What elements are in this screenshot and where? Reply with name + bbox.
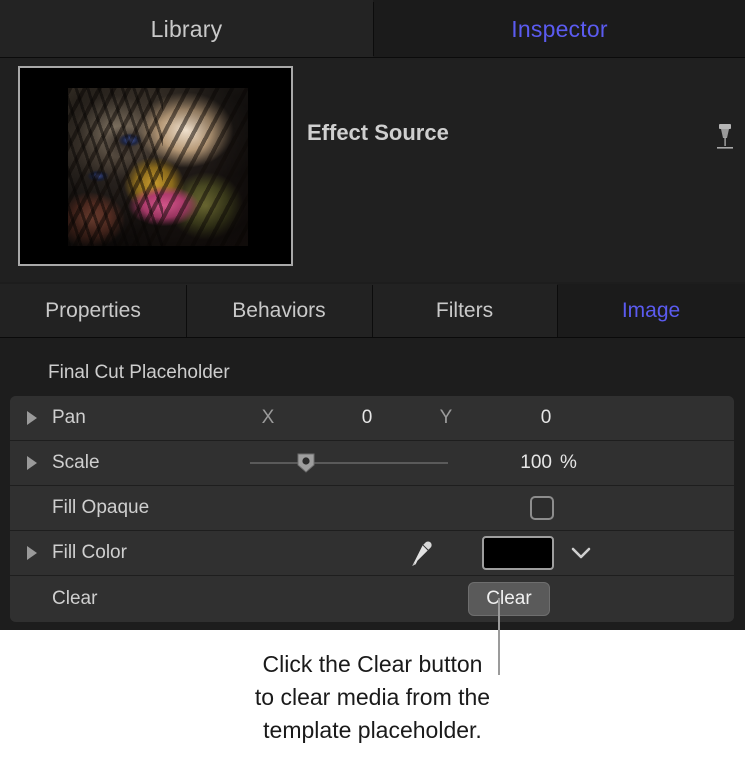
tab-behaviors[interactable]: Behaviors: [186, 284, 372, 338]
tab-inspector-label: Inspector: [511, 15, 608, 42]
inspector-tab-divider-1: [186, 285, 187, 337]
tab-behaviors-label: Behaviors: [232, 299, 326, 322]
callout-caption-line-1: Click the Clear button: [262, 651, 483, 677]
pushpin-icon[interactable]: [712, 122, 738, 152]
callout-caption-line-2: to clear media from the: [254, 684, 491, 710]
scale-value[interactable]: 100: [480, 452, 552, 474]
top-tab-divider: [373, 2, 374, 56]
parameter-label-pan: Pan: [52, 407, 86, 428]
source-thumbnail-image: [68, 88, 248, 246]
parameter-label-clear: Clear: [52, 587, 98, 609]
parameter-row-pan[interactable]: Pan X 0 Y 0: [10, 396, 734, 441]
parameter-label-fill-color: Fill Color: [52, 542, 127, 563]
callout-caption: Click the Clear button to clear media fr…: [0, 648, 745, 747]
disclosure-triangle-icon[interactable]: [27, 411, 37, 425]
source-thumbnail-frame[interactable]: [18, 66, 293, 266]
tab-library[interactable]: Library: [0, 0, 373, 58]
parameter-row-fill-color[interactable]: Fill Color: [10, 531, 734, 576]
parameter-row-scale[interactable]: Scale 100 %: [10, 441, 734, 486]
parameter-label-scale: Scale: [52, 452, 100, 473]
scale-slider-track: [250, 462, 448, 464]
parameter-list: Pan X 0 Y 0 Scale 100 % Fill Opaque Fill…: [10, 396, 734, 622]
tab-image-label: Image: [621, 299, 681, 322]
inspector-tab-divider-2: [372, 285, 373, 337]
fill-opaque-checkbox[interactable]: [530, 496, 554, 520]
disclosure-triangle-icon[interactable]: [27, 546, 37, 560]
top-tab-bar: Library Inspector: [0, 0, 745, 58]
pan-y-value[interactable]: 0: [511, 407, 581, 429]
effect-source-area: Effect Source: [0, 58, 745, 282]
inspector-tab-underline: [0, 337, 745, 338]
disclosure-triangle-icon[interactable]: [27, 456, 37, 470]
eyedropper-icon[interactable]: [406, 538, 436, 568]
inspector-tab-bar: Properties Behaviors Filters Image: [0, 284, 745, 338]
chevron-down-icon[interactable]: [570, 546, 592, 560]
tab-properties[interactable]: Properties: [0, 284, 186, 338]
pan-y-axis-label: Y: [439, 407, 453, 428]
scale-slider-knob[interactable]: [297, 453, 315, 473]
tab-inspector[interactable]: Inspector: [373, 0, 745, 58]
tab-library-label: Library: [150, 15, 223, 42]
inspector-tab-divider-3: [557, 285, 558, 337]
tab-properties-label: Properties: [45, 299, 141, 322]
pan-x-value[interactable]: 0: [332, 407, 402, 429]
cat-photo-vignette: [68, 88, 248, 246]
section-title: Final Cut Placeholder: [48, 362, 230, 383]
screenshot-root: Library Inspector Effect Source Properti…: [0, 0, 745, 766]
parameter-row-clear[interactable]: Clear Clear: [10, 576, 734, 621]
clear-button[interactable]: Clear: [468, 581, 550, 616]
pan-x-axis-label: X: [261, 407, 275, 428]
parameter-label-fill-opaque: Fill Opaque: [52, 497, 150, 518]
callout-caption-line-3: template placeholder.: [263, 717, 482, 743]
parameter-row-fill-opaque[interactable]: Fill Opaque: [10, 486, 734, 531]
tab-filters-label: Filters: [435, 299, 494, 322]
scale-unit: %: [560, 452, 577, 473]
tab-filters[interactable]: Filters: [372, 284, 557, 338]
tab-image[interactable]: Image: [557, 284, 745, 338]
effect-source-title: Effect Source: [307, 120, 449, 145]
inspector-panel: Library Inspector Effect Source Properti…: [0, 0, 745, 630]
scale-slider[interactable]: [250, 453, 448, 473]
fill-color-swatch[interactable]: [482, 536, 554, 570]
